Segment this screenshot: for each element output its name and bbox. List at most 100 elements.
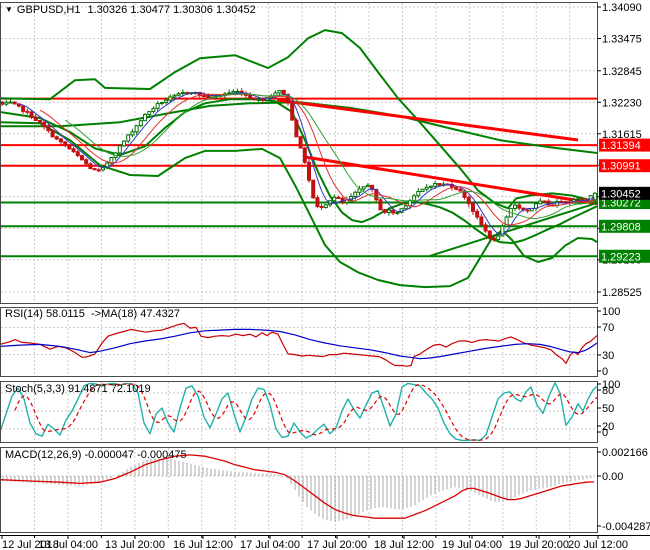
- candle-body: [126, 134, 131, 142]
- candle-body: [290, 102, 295, 121]
- candle-body: [407, 200, 412, 207]
- candle-body: [395, 211, 400, 214]
- candle-body: [416, 190, 421, 197]
- chart-canvas[interactable]: 1.340901.334751.328451.322301.316151.310…: [0, 0, 650, 550]
- candle-body: [420, 188, 425, 192]
- candle-body: [231, 90, 236, 94]
- candle-body: [256, 98, 261, 101]
- time-axis-label: 20 Jul 12:00: [568, 539, 628, 550]
- candle-body: [0, 101, 5, 105]
- current-price-badge: 1.30452: [601, 188, 641, 200]
- time-axis-label: 19 Jul 04:00: [442, 539, 502, 550]
- candle-body: [491, 237, 496, 241]
- candle-body: [311, 179, 316, 199]
- candle-body: [25, 110, 30, 113]
- candle-body: [134, 125, 139, 133]
- candle-body: [21, 105, 26, 112]
- candle-body: [336, 196, 341, 199]
- candle-body: [487, 230, 492, 239]
- candle-body: [117, 145, 122, 154]
- candle-body: [71, 148, 76, 153]
- candle-body: [378, 199, 383, 211]
- candle-body: [79, 155, 84, 161]
- price-level-badge: 1.30991: [601, 161, 641, 173]
- candle-body: [248, 94, 253, 99]
- candle-body: [428, 185, 433, 188]
- candle-body: [365, 184, 370, 188]
- candle-body: [475, 210, 480, 218]
- candle-body: [54, 136, 59, 140]
- candle-body: [147, 111, 152, 115]
- time-axis-label: 17 Jul 04:00: [240, 539, 300, 550]
- candle-body: [437, 183, 442, 186]
- candle-body: [298, 136, 303, 149]
- candle-body: [307, 161, 312, 181]
- candle-body: [37, 119, 42, 123]
- macd-axis-tick-label: 0.002166: [602, 447, 648, 459]
- candle-body: [130, 131, 135, 136]
- candle-body: [458, 188, 463, 192]
- candle-body: [75, 151, 80, 157]
- candle-body: [4, 101, 9, 105]
- candle-body: [479, 216, 484, 226]
- candle-body: [315, 197, 320, 207]
- candle-body: [164, 99, 169, 104]
- price-level-badge: 1.31394: [601, 140, 641, 152]
- candle-body: [33, 116, 38, 121]
- candle-body: [227, 92, 232, 95]
- candle-body: [176, 93, 181, 96]
- time-axis-label: 16 Jul 12:00: [173, 539, 233, 550]
- time-axis-label: 18 Jul 12:00: [374, 539, 434, 550]
- macd-axis-tick-label: -0.004287: [602, 521, 650, 533]
- candle-body: [323, 204, 328, 208]
- candle-body: [180, 92, 185, 95]
- candle-body: [513, 204, 518, 209]
- candle-body: [294, 119, 299, 138]
- candle-body: [592, 192, 597, 201]
- candle-body: [424, 186, 429, 190]
- candle-body: [403, 205, 408, 210]
- rsi-axis-tick-label: 30: [602, 350, 614, 362]
- stoch-axis-tick-label: 50: [602, 403, 614, 415]
- candle-body: [483, 224, 488, 232]
- candle-body: [46, 125, 51, 131]
- candle-body: [42, 121, 47, 127]
- time-axis-label: 13 Jul 04:00: [38, 539, 98, 550]
- candle-body: [433, 183, 438, 187]
- main-axis-tick-label: 1.34090: [602, 2, 642, 14]
- candle-body: [332, 196, 337, 202]
- candle-body: [302, 147, 307, 163]
- candle-body: [29, 111, 34, 118]
- candle-body: [185, 92, 190, 95]
- rsi-axis-tick-label: 70: [602, 322, 614, 334]
- price-level-badge: 1.29223: [601, 251, 641, 263]
- candle-body: [454, 186, 459, 190]
- candle-body: [84, 159, 89, 165]
- candle-body: [538, 200, 543, 205]
- time-axis-label: 19 Jul 20:00: [509, 539, 569, 550]
- trading-chart-window: 1.340901.334751.328451.322301.316151.310…: [0, 0, 650, 550]
- candle-body: [63, 141, 68, 147]
- time-axis-label: 13 Jul 20:00: [105, 539, 165, 550]
- candle-body: [235, 90, 240, 93]
- rsi-axis-tick-label: 0: [602, 366, 608, 378]
- main-axis-tick-label: 1.32845: [602, 66, 642, 78]
- candle-body: [563, 201, 568, 204]
- candle-body: [168, 96, 173, 101]
- main-axis-tick-label: 1.33475: [602, 34, 642, 46]
- stoch-axis-tick-label: 80: [602, 385, 614, 397]
- candle-body: [542, 200, 547, 203]
- candle-body: [361, 186, 366, 190]
- candle-body: [92, 168, 97, 171]
- candle-body: [386, 209, 391, 213]
- candle-body: [50, 129, 55, 138]
- candle-body: [525, 209, 530, 212]
- main-axis-tick-label: 1.28525: [602, 287, 642, 299]
- candle-body: [353, 191, 358, 197]
- time-axis-label: 17 Jul 20:00: [307, 539, 367, 550]
- candle-body: [12, 101, 17, 105]
- candle-body: [201, 95, 206, 98]
- candle-body: [8, 101, 13, 104]
- candle-body: [576, 198, 581, 201]
- stoch-axis-tick-label: 0: [602, 427, 608, 439]
